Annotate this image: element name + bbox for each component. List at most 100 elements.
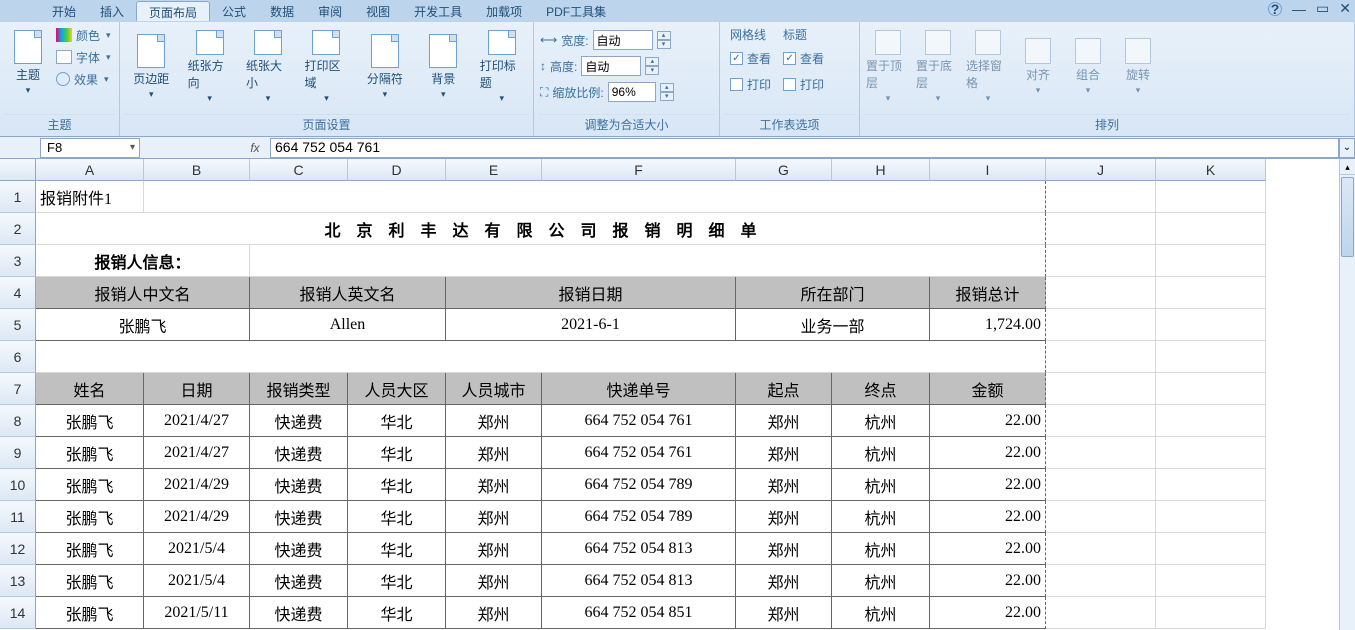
formula-input[interactable]: 664 752 054 761 <box>270 138 1339 158</box>
tab-视图[interactable]: 视图 <box>354 1 402 21</box>
cell[interactable] <box>1046 597 1156 629</box>
cell[interactable]: 快递费 <box>250 501 348 533</box>
cell[interactable]: 华北 <box>348 405 446 437</box>
cell[interactable]: 张鹏飞 <box>36 405 144 437</box>
cell[interactable]: 华北 <box>348 437 446 469</box>
cell[interactable]: 664 752 054 813 <box>542 533 736 565</box>
scale-input[interactable] <box>608 82 656 102</box>
cell[interactable]: 快递单号 <box>542 373 736 405</box>
cell[interactable] <box>1156 277 1266 309</box>
row-header-13[interactable]: 13 <box>0 565 36 597</box>
cell[interactable]: 日期 <box>144 373 250 405</box>
btn-旋转[interactable]: 旋转▾ <box>1114 28 1162 106</box>
cell[interactable] <box>1156 405 1266 437</box>
close-icon[interactable]: ✕ <box>1339 0 1351 17</box>
cell[interactable] <box>1156 181 1266 213</box>
cell[interactable]: 2021/4/27 <box>144 437 250 469</box>
theme-colors[interactable]: 颜色 <box>56 24 111 46</box>
cell[interactable]: 22.00 <box>930 437 1046 469</box>
cell[interactable]: 快递费 <box>250 533 348 565</box>
cell[interactable]: 张鹏飞 <box>36 309 250 341</box>
cell[interactable]: 664 752 054 789 <box>542 501 736 533</box>
btn-选择窗格[interactable]: 选择窗格▾ <box>964 28 1012 106</box>
cell[interactable]: 金额 <box>930 373 1046 405</box>
btn-对齐[interactable]: 对齐▾ <box>1014 28 1062 106</box>
formula-expand[interactable]: ⌄ <box>1339 138 1355 158</box>
row-header-9[interactable]: 9 <box>0 437 36 469</box>
cell[interactable]: 杭州 <box>832 565 930 597</box>
btn-纸张方向[interactable]: 纸张方向▾ <box>186 28 234 106</box>
cell[interactable]: 1,724.00 <box>930 309 1046 341</box>
cell[interactable]: 人员城市 <box>446 373 542 405</box>
restore-icon[interactable]: ▭ <box>1316 0 1329 17</box>
cell[interactable]: 报销人信息： <box>36 245 250 277</box>
cell[interactable]: 杭州 <box>832 469 930 501</box>
tab-审阅[interactable]: 审阅 <box>306 1 354 21</box>
cell[interactable]: 报销附件1 <box>36 181 144 213</box>
cell[interactable]: 杭州 <box>832 597 930 629</box>
cell[interactable]: 2021/4/29 <box>144 501 250 533</box>
cell[interactable]: 郑州 <box>736 597 832 629</box>
btn-打印标题[interactable]: 打印标题▾ <box>478 28 526 106</box>
row-header-7[interactable]: 7 <box>0 373 36 405</box>
cell[interactable]: 664 752 054 761 <box>542 437 736 469</box>
gridlines-print-checkbox[interactable]: 打印 <box>730 73 771 95</box>
cell[interactable]: 北 京 利 丰 达 有 限 公 司 报 销 明 细 单 <box>36 213 1046 245</box>
cell[interactable]: 张鹏飞 <box>36 533 144 565</box>
cell[interactable]: 报销人英文名 <box>250 277 446 309</box>
cell[interactable]: Allen <box>250 309 446 341</box>
cell[interactable]: 杭州 <box>832 501 930 533</box>
cell[interactable]: 快递费 <box>250 469 348 501</box>
cell[interactable]: 664 752 054 761 <box>542 405 736 437</box>
cell[interactable]: 杭州 <box>832 437 930 469</box>
cell[interactable]: 664 752 054 851 <box>542 597 736 629</box>
row-header-8[interactable]: 8 <box>0 405 36 437</box>
col-header-I[interactable]: I <box>930 159 1046 181</box>
cell[interactable]: 郑州 <box>736 437 832 469</box>
tab-开发工具[interactable]: 开发工具 <box>402 1 474 21</box>
gridlines-view-checkbox[interactable]: ✓查看 <box>730 47 771 69</box>
cell[interactable]: 业务一部 <box>736 309 930 341</box>
headings-view-checkbox[interactable]: ✓查看 <box>783 47 824 69</box>
cell[interactable]: 2021/5/11 <box>144 597 250 629</box>
cell[interactable] <box>1156 309 1266 341</box>
cell[interactable]: 2021/5/4 <box>144 533 250 565</box>
themes-button[interactable]: 主题▾ <box>4 24 52 102</box>
cell[interactable]: 张鹏飞 <box>36 597 144 629</box>
row-header-6[interactable]: 6 <box>0 341 36 373</box>
cell[interactable]: 终点 <box>832 373 930 405</box>
headings-print-checkbox[interactable]: 打印 <box>783 73 824 95</box>
cell[interactable] <box>144 181 1046 213</box>
cell[interactable] <box>1046 469 1156 501</box>
cell[interactable]: 华北 <box>348 597 446 629</box>
cell[interactable]: 2021/4/29 <box>144 469 250 501</box>
row-header-3[interactable]: 3 <box>0 245 36 277</box>
btn-置于顶层[interactable]: 置于顶层▾ <box>864 28 912 106</box>
cell[interactable]: 郑州 <box>446 533 542 565</box>
row-header-10[interactable]: 10 <box>0 469 36 501</box>
cell[interactable]: 22.00 <box>930 469 1046 501</box>
tab-数据[interactable]: 数据 <box>258 1 306 21</box>
cell[interactable] <box>1046 213 1156 245</box>
cell[interactable] <box>1156 565 1266 597</box>
cell[interactable] <box>250 245 1046 277</box>
cell[interactable]: 22.00 <box>930 597 1046 629</box>
col-header-F[interactable]: F <box>542 159 736 181</box>
cell[interactable]: 2021/4/27 <box>144 405 250 437</box>
minimize-icon[interactable]: — <box>1292 1 1306 17</box>
row-header-12[interactable]: 12 <box>0 533 36 565</box>
cell[interactable]: 郑州 <box>736 501 832 533</box>
cell[interactable]: 华北 <box>348 533 446 565</box>
height-input[interactable] <box>581 56 641 76</box>
cell[interactable] <box>1156 341 1266 373</box>
cell[interactable]: 22.00 <box>930 565 1046 597</box>
cell[interactable]: 报销日期 <box>446 277 736 309</box>
cell[interactable]: 22.00 <box>930 533 1046 565</box>
cell[interactable]: 快递费 <box>250 565 348 597</box>
cell[interactable]: 郑州 <box>736 533 832 565</box>
col-header-G[interactable]: G <box>736 159 832 181</box>
cell[interactable]: 报销类型 <box>250 373 348 405</box>
name-box[interactable]: F8 <box>40 138 140 158</box>
cell[interactable] <box>1156 501 1266 533</box>
cell[interactable] <box>1046 373 1156 405</box>
